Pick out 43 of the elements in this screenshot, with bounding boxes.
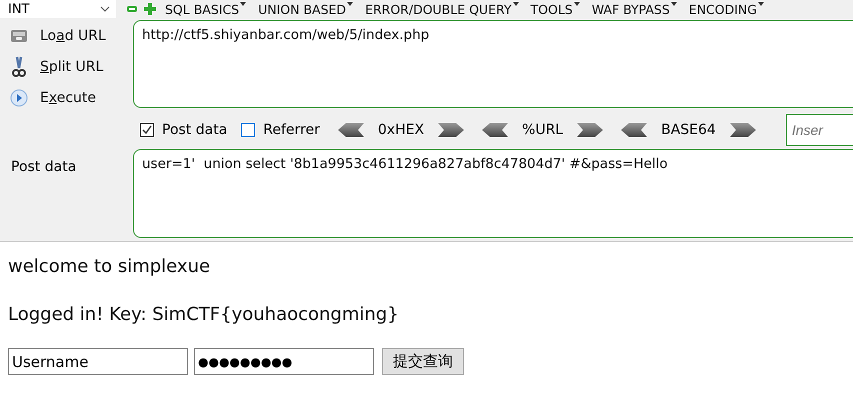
submit-button[interactable]: 提交查询: [382, 348, 464, 375]
left-arrow-icon[interactable]: [338, 123, 364, 137]
menu-item[interactable]: UNION BASED: [255, 2, 356, 16]
encoding-label: BASE64: [661, 122, 716, 138]
right-arrow-icon[interactable]: [730, 123, 756, 137]
insert-field[interactable]: Inser: [786, 114, 853, 146]
checkbox-label: Post data: [162, 122, 228, 138]
encoding-label: 0xHEX: [378, 122, 424, 138]
checkbox-label: Referrer: [263, 122, 320, 138]
menu-item[interactable]: WAF BYPASS: [588, 2, 680, 16]
welcome-text: welcome to simplexue: [8, 256, 212, 277]
minus-icon[interactable]: [126, 3, 138, 15]
chevron-icon: [100, 6, 110, 12]
caret-icon: [670, 2, 677, 6]
menu-item[interactable]: SQL BASICS: [162, 2, 250, 16]
caret-icon: [512, 2, 518, 6]
caret-icon: [758, 2, 764, 6]
action-button[interactable]: Execute: [0, 84, 102, 111]
play-icon: [8, 88, 30, 106]
left-arrow-icon[interactable]: [482, 123, 508, 137]
url-field[interactable]: http://ctf5.shiyanbar.com/web/5/index.php: [133, 20, 853, 108]
plus-icon[interactable]: [144, 3, 156, 15]
menu-item[interactable]: ERROR/DOUBLE QUERY: [362, 2, 522, 16]
caret-icon: [347, 2, 354, 6]
right-arrow-icon[interactable]: [577, 123, 604, 137]
action-button[interactable]: Split URL: [0, 53, 110, 80]
right-arrow-icon[interactable]: [438, 123, 464, 137]
checkbox[interactable]: [140, 123, 154, 137]
caret-icon: [240, 2, 246, 6]
left-arrow-icon[interactable]: [621, 123, 648, 137]
post-data-field[interactable]: user=1' union select '8b1a9953c4611296a827abf8c47804d7' #&pass=Hello: [133, 149, 853, 238]
encoding-label: %URL: [522, 122, 564, 138]
action-button[interactable]: Load URL: [0, 22, 112, 49]
type-dropdown[interactable]: INT: [0, 0, 116, 18]
login-message: Logged in! Key: SimCTF{youhaocongming}: [8, 304, 400, 325]
username-field[interactable]: Username: [8, 348, 188, 375]
menu-item[interactable]: TOOLS: [528, 2, 583, 16]
post-data-label: Post data: [10, 158, 78, 177]
caret-icon: [574, 2, 580, 6]
checkbox[interactable]: [241, 123, 256, 137]
password-field[interactable]: ●●●●●●●●●: [194, 348, 374, 375]
menu-item[interactable]: ENCODING: [686, 2, 767, 16]
drive-icon: [8, 28, 30, 44]
